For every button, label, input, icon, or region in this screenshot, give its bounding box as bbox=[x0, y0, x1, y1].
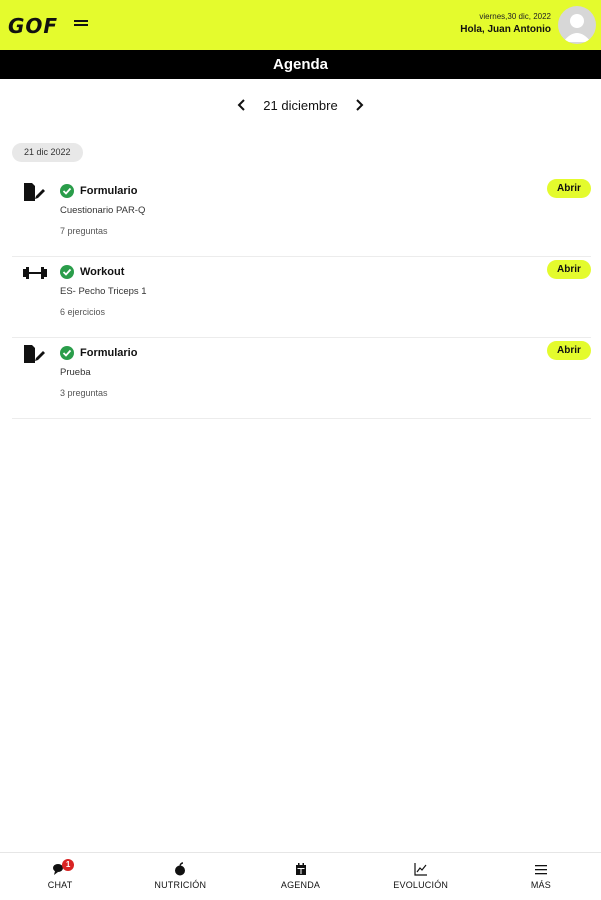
header-greeting: Hola, Juan Antonio bbox=[460, 24, 551, 35]
check-circle-icon bbox=[60, 184, 74, 198]
open-button[interactable]: Abrir bbox=[547, 179, 591, 198]
nav-item-nutricion[interactable]: NUTRICIÓN bbox=[120, 853, 240, 900]
day-chip: 21 dic 2022 bbox=[12, 143, 83, 162]
chat-icon: 1 bbox=[52, 859, 75, 876]
user-icon bbox=[563, 14, 591, 42]
check-circle-icon bbox=[60, 346, 74, 360]
nav-label: CHAT bbox=[47, 880, 73, 890]
agenda-item: Formulario Prueba 3 preguntas Abrir bbox=[12, 339, 591, 419]
form-icon bbox=[22, 182, 48, 202]
agenda-item: Workout ES- Pecho Triceps 1 6 ejercicios… bbox=[12, 258, 591, 338]
chevron-left-icon[interactable] bbox=[235, 98, 249, 112]
chat-badge: 1 bbox=[62, 859, 75, 871]
avatar[interactable] bbox=[558, 6, 596, 44]
calendar-icon bbox=[293, 862, 309, 876]
logo-mark-icon bbox=[74, 20, 88, 28]
nav-label: MÁS bbox=[530, 880, 551, 890]
item-type: Formulario bbox=[80, 185, 138, 197]
chevron-right-icon[interactable] bbox=[352, 98, 366, 112]
header-date: viernes,30 dic, 2022 bbox=[479, 12, 551, 21]
nav-item-evolucion[interactable]: EVOLUCIÓN bbox=[361, 853, 481, 900]
bottom-nav: 1 CHAT NUTRICIÓN AGENDA EVOLUCIÓN MÁS bbox=[0, 852, 601, 900]
item-subtitle: Prueba bbox=[60, 367, 91, 378]
header-info: viernes,30 dic, 2022 Hola, Juan Antonio bbox=[460, 11, 551, 38]
nav-label: AGENDA bbox=[280, 880, 321, 890]
open-button[interactable]: Abrir bbox=[547, 260, 591, 279]
nav-label: NUTRICIÓN bbox=[154, 880, 207, 890]
chart-icon bbox=[413, 862, 429, 876]
top-bar: GOF viernes,30 dic, 2022 Hola, Juan Anto… bbox=[0, 0, 601, 50]
item-count: 7 preguntas bbox=[60, 226, 108, 236]
nav-item-agenda[interactable]: AGENDA bbox=[240, 853, 360, 900]
menu-icon bbox=[533, 862, 549, 876]
item-count: 6 ejercicios bbox=[60, 307, 106, 317]
check-circle-icon bbox=[60, 265, 74, 279]
nav-item-mas[interactable]: MÁS bbox=[481, 853, 601, 900]
current-date-label: 21 diciembre bbox=[263, 97, 338, 113]
agenda-item: Formulario Cuestionario PAR-Q 7 pregunta… bbox=[12, 177, 591, 257]
dumbbell-icon bbox=[22, 263, 48, 283]
brand-logo: GOF bbox=[8, 14, 88, 38]
nav-item-chat[interactable]: 1 CHAT bbox=[0, 853, 120, 900]
item-subtitle: ES- Pecho Triceps 1 bbox=[60, 286, 147, 297]
nav-label: EVOLUCIÓN bbox=[393, 880, 449, 890]
open-button[interactable]: Abrir bbox=[547, 341, 591, 360]
date-navigator: 21 diciembre bbox=[0, 94, 601, 116]
item-type: Formulario bbox=[80, 347, 138, 359]
page-title: Agenda bbox=[0, 50, 601, 79]
item-type: Workout bbox=[80, 266, 125, 278]
form-icon bbox=[22, 344, 48, 364]
apple-icon bbox=[172, 862, 188, 876]
item-subtitle: Cuestionario PAR-Q bbox=[60, 205, 146, 216]
logo-text: GOF bbox=[8, 14, 59, 38]
item-count: 3 preguntas bbox=[60, 388, 108, 398]
